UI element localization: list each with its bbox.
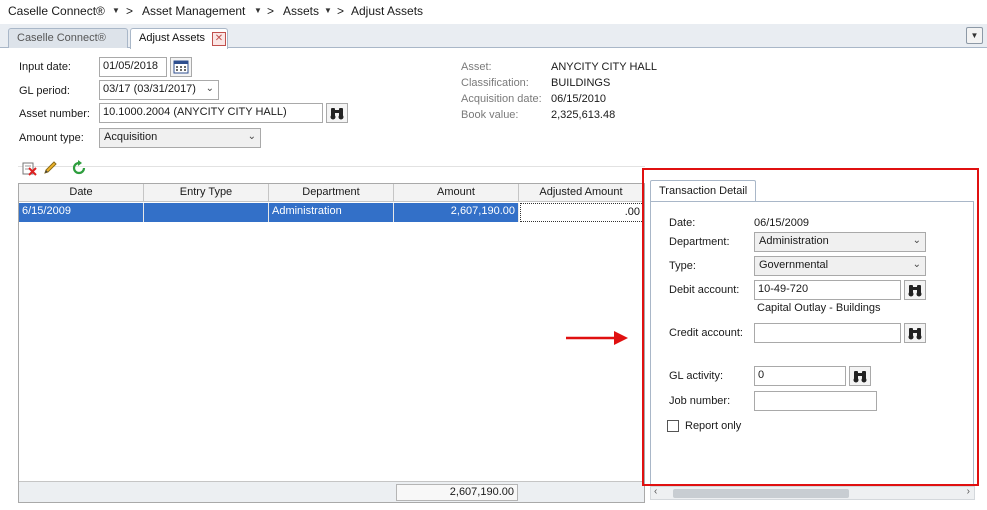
- breadcrumb-separator: >: [126, 4, 134, 18]
- classification-value: BUILDINGS: [551, 77, 611, 89]
- grid-footer: 2,607,190.00: [19, 481, 644, 502]
- column-header-amount[interactable]: Amount: [394, 184, 519, 202]
- caret-down-icon[interactable]: ▼: [254, 6, 262, 15]
- document-tabstrip: Caselle Connect® Adjust Assets ✕: [0, 24, 987, 49]
- gl-period-value: 03/17 (03/31/2017): [103, 83, 196, 95]
- scrollbar-thumb[interactable]: [673, 489, 849, 498]
- scroll-right-icon[interactable]: ›: [967, 486, 970, 497]
- binoculars-icon[interactable]: [326, 103, 348, 123]
- tab-label: Adjust Assets: [139, 32, 206, 44]
- transactions-grid: Date Entry Type Department Amount Adjust…: [18, 183, 645, 503]
- asset-label: Asset:: [461, 61, 492, 73]
- tab-menu-dropdown-icon[interactable]: ▼: [966, 27, 983, 44]
- tab-label: Caselle Connect®: [17, 32, 106, 44]
- chevron-down-icon[interactable]: ⌄: [248, 131, 256, 142]
- amount-type-value: Acquisition: [104, 131, 158, 143]
- column-header-adjusted-amount[interactable]: Adjusted Amount: [519, 184, 644, 202]
- acquisition-date-label: Acquisition date:: [461, 93, 542, 105]
- gl-period-label: GL period:: [19, 85, 70, 97]
- cell-date[interactable]: 6/15/2009: [19, 203, 144, 222]
- tab-caselle-connect[interactable]: Caselle Connect®: [8, 28, 128, 48]
- calendar-icon[interactable]: [170, 57, 192, 77]
- breadcrumb-caselle-connect[interactable]: Caselle Connect®: [8, 4, 105, 18]
- breadcrumb-separator: >: [267, 4, 275, 18]
- cell-entry-type[interactable]: [144, 203, 269, 222]
- acquisition-date-value: 06/15/2010: [551, 93, 607, 105]
- column-header-date[interactable]: Date: [19, 184, 144, 202]
- annotation-arrow-icon: [566, 331, 628, 345]
- cell-department[interactable]: Administration: [269, 203, 394, 222]
- close-icon[interactable]: ✕: [212, 32, 226, 46]
- book-value-label: Book value:: [461, 109, 519, 121]
- amount-type-select[interactable]: Acquisition ⌄: [99, 128, 261, 148]
- caret-down-icon[interactable]: ▼: [324, 6, 332, 15]
- caret-down-icon[interactable]: ▼: [112, 6, 120, 15]
- delete-row-icon[interactable]: [21, 160, 37, 176]
- cell-amount[interactable]: 2,607,190.00: [394, 203, 519, 222]
- classification-label: Classification:: [461, 77, 529, 89]
- book-value-value: 2,325,613.48: [551, 109, 616, 121]
- amount-type-label: Amount type:: [19, 132, 84, 144]
- chevron-down-icon[interactable]: ⌄: [206, 83, 214, 94]
- asset-number-label: Asset number:: [19, 108, 90, 120]
- amount-total: 2,607,190.00: [396, 484, 518, 501]
- breadcrumb-separator: >: [337, 4, 345, 18]
- toolbar-divider: [18, 166, 645, 167]
- cell-adjusted-amount[interactable]: .00: [520, 203, 644, 222]
- input-date-field[interactable]: 01/05/2018: [99, 57, 167, 77]
- breadcrumb-asset-management[interactable]: Asset Management: [142, 4, 245, 18]
- refresh-icon[interactable]: [71, 160, 87, 176]
- breadcrumb: Caselle Connect® ▼ > Asset Management ▼ …: [0, 0, 987, 24]
- asset-number-field[interactable]: 10.1000.2004 (ANYCITY CITY HALL): [99, 103, 323, 123]
- tab-adjust-assets[interactable]: Adjust Assets ✕: [130, 28, 228, 49]
- input-date-label: Input date:: [19, 61, 71, 73]
- column-header-entry-type[interactable]: Entry Type: [144, 184, 269, 202]
- breadcrumb-adjust-assets: Adjust Assets: [351, 4, 424, 18]
- pencil-icon[interactable]: [42, 160, 58, 176]
- scroll-left-icon[interactable]: ‹: [654, 486, 657, 497]
- breadcrumb-assets[interactable]: Assets: [283, 4, 319, 18]
- highlight-box: [642, 168, 979, 486]
- asset-value: ANYCITY CITY HALL: [551, 61, 657, 73]
- column-header-department[interactable]: Department: [269, 184, 394, 202]
- horizontal-scrollbar[interactable]: ‹ ›: [650, 486, 975, 500]
- gl-period-select[interactable]: 03/17 (03/31/2017) ⌄: [99, 80, 219, 100]
